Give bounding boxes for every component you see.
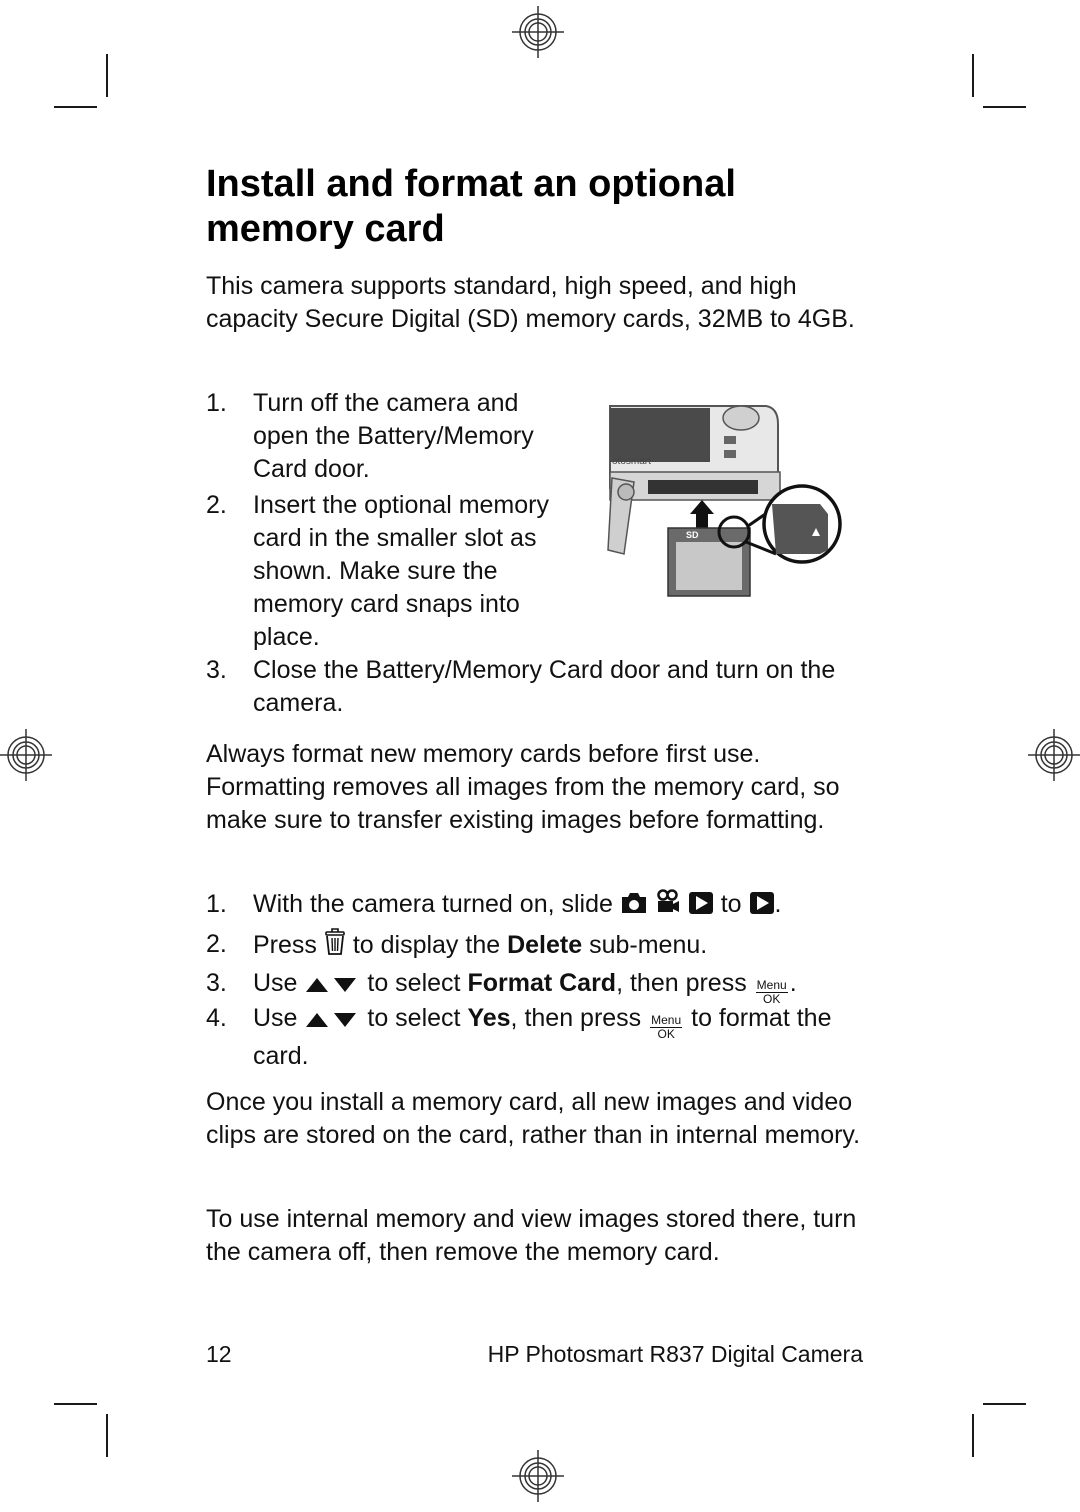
registration-mark-left xyxy=(0,729,52,781)
crop-mark xyxy=(972,54,974,97)
up-down-arrows-icon xyxy=(306,978,357,992)
intro-paragraph: This camera supports standard, high spee… xyxy=(206,272,855,333)
crop-mark xyxy=(983,1403,1026,1405)
registration-mark-bottom xyxy=(512,1450,564,1502)
step-text: With the camera turned on, slide to . xyxy=(253,889,782,918)
crop-mark xyxy=(972,1414,974,1457)
registration-mark-right xyxy=(1028,729,1080,781)
crop-mark xyxy=(106,54,108,97)
step-number: 3. xyxy=(206,656,227,684)
step-number: 1. xyxy=(206,389,227,417)
step-number: 1. xyxy=(206,890,227,918)
footer-product-name: HP Photosmart R837 Digital Camera xyxy=(487,1341,863,1367)
crop-mark xyxy=(54,1403,97,1405)
step-text: Press to display the Delete sub-menu. xyxy=(253,928,707,962)
insert-arrow-icon xyxy=(690,500,714,528)
camera-icon xyxy=(621,893,646,913)
card-label: SD xyxy=(686,530,699,540)
up-down-arrows-icon xyxy=(306,1013,357,1027)
playback-icon xyxy=(688,892,713,914)
registration-mark-top xyxy=(512,6,564,58)
step-number: 3. xyxy=(206,969,227,997)
after-install-paragraph: Once you install a memory card, all new … xyxy=(206,1088,861,1149)
crop-mark xyxy=(54,106,97,108)
step-number: 2. xyxy=(206,491,227,519)
step-text: Use to select Format Card, then press Me… xyxy=(253,969,797,1006)
brand-text: otosmart xyxy=(612,456,651,467)
step-text: Insert the optional memory card in the s… xyxy=(253,491,549,651)
step-text: Use to select Yes, then press Menu OK to … xyxy=(253,1004,832,1070)
title-line-1: Install and format an optional xyxy=(206,163,736,205)
step-text: Turn off the camera and open the Battery… xyxy=(253,389,534,483)
playback-icon xyxy=(749,892,774,914)
step-number: 4. xyxy=(206,1004,227,1032)
page-number: 12 xyxy=(206,1341,232,1367)
format-note: Always format new memory cards before fi… xyxy=(206,740,840,834)
step-number: 2. xyxy=(206,930,227,958)
camera-card-illustration: otosmart SD xyxy=(607,405,842,597)
title-line-2: memory card xyxy=(206,208,445,250)
crop-mark xyxy=(983,106,1026,108)
internal-memory-paragraph: To use internal memory and view images s… xyxy=(206,1205,857,1266)
page-title: Install and format an optional memory ca… xyxy=(206,162,846,252)
step-text: Close the Battery/Memory Card door and t… xyxy=(253,656,836,717)
camera-screen xyxy=(610,408,710,462)
video-icon xyxy=(657,889,679,912)
crop-mark xyxy=(106,1414,108,1457)
trash-icon xyxy=(325,928,345,955)
menu-ok-icon: Menu OK xyxy=(650,1013,683,1041)
